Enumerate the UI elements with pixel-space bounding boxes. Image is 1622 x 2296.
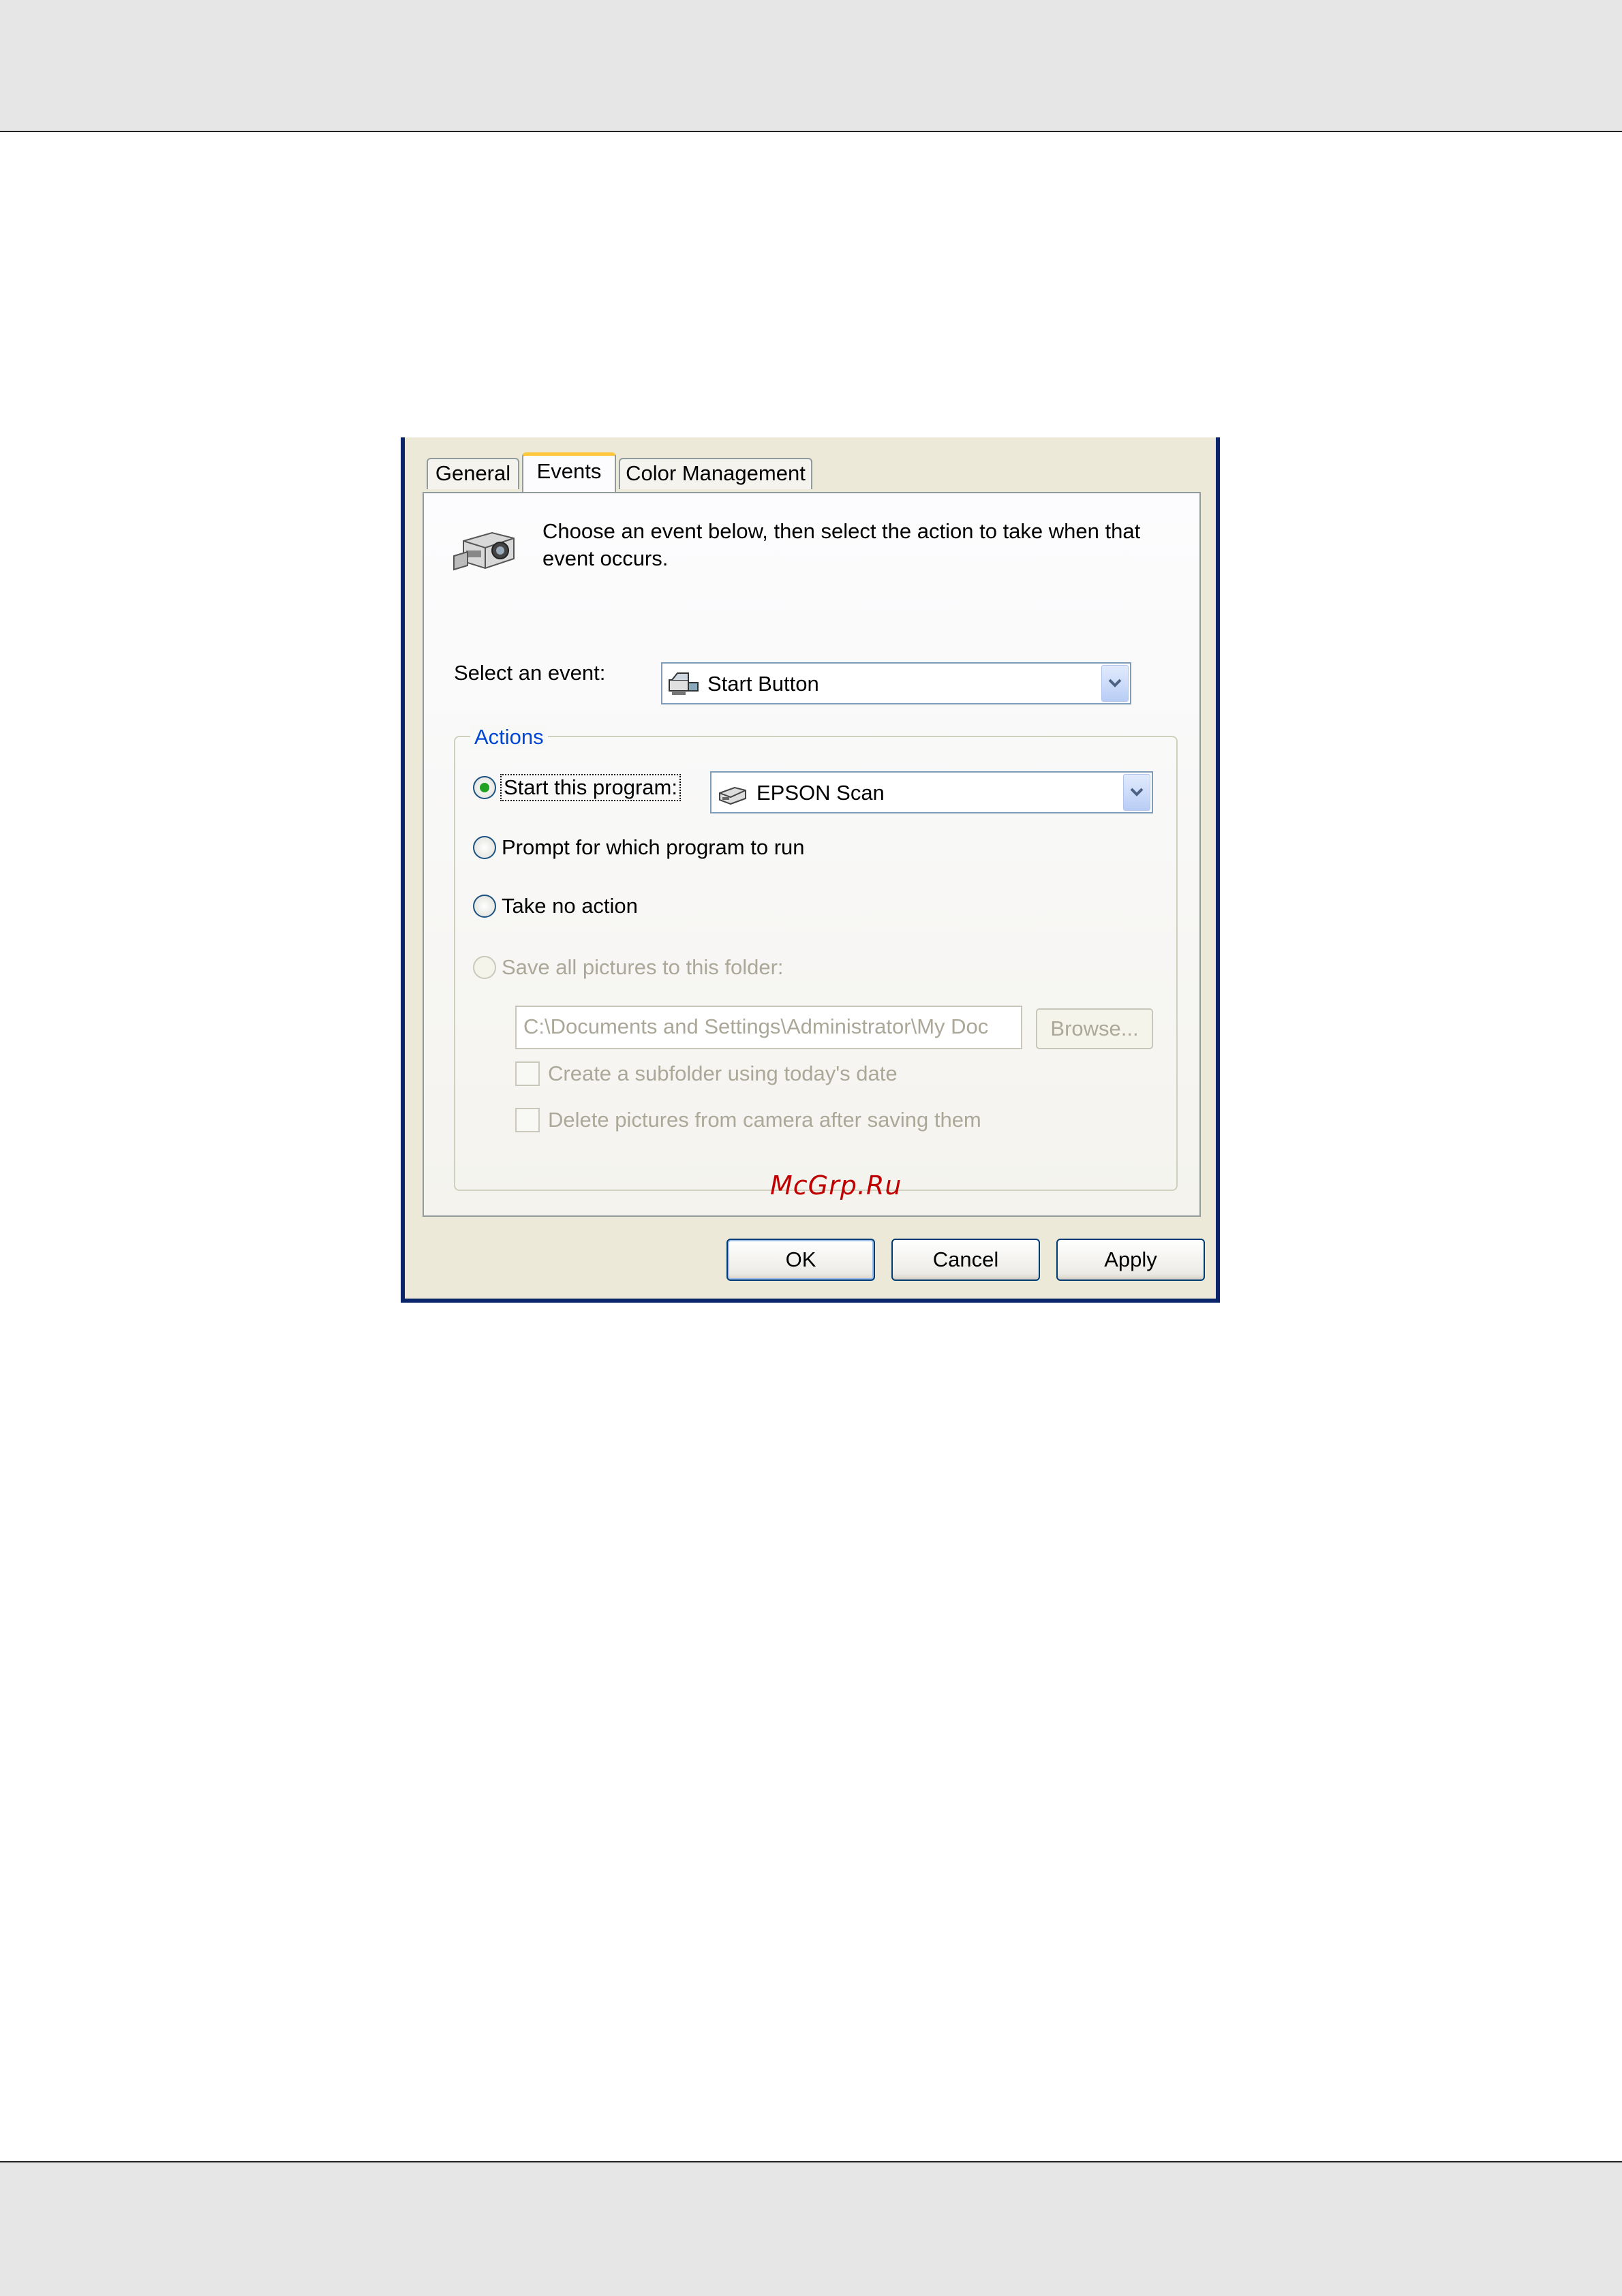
save-pictures-option: Save all pictures to this folder: [473, 952, 784, 982]
save-pictures-label: Save all pictures to this folder: [502, 955, 784, 979]
chevron-down-icon[interactable] [1101, 665, 1129, 702]
chevron-down-icon[interactable] [1123, 774, 1150, 811]
scanner-properties-dialog: General Events Color Management Choose a… [401, 437, 1220, 1303]
folder-path-field: C:\Documents and Settings\Administrator\… [515, 1006, 1022, 1049]
delete-pictures-checkbox [515, 1108, 540, 1132]
browse-button: Browse... [1036, 1008, 1153, 1049]
delete-pictures-label: Delete pictures from camera after saving… [548, 1108, 981, 1132]
start-program-radio[interactable] [473, 776, 496, 799]
event-selected-value: Start Button [707, 672, 819, 696]
apply-button[interactable]: Apply [1056, 1239, 1205, 1281]
prompt-program-option[interactable]: Prompt for which program to run [473, 833, 805, 863]
start-program-label[interactable]: Start this program: [500, 774, 681, 801]
events-panel: Choose an event below, then select the a… [423, 492, 1201, 1217]
save-pictures-radio [473, 956, 496, 979]
page-header-band [0, 0, 1622, 132]
no-action-option[interactable]: Take no action [473, 891, 638, 921]
tab-events[interactable]: Events [522, 452, 616, 492]
tab-general[interactable]: General [427, 458, 519, 489]
tab-strip: General Events Color Management [405, 437, 1216, 495]
select-event-label: Select an event: [454, 661, 606, 685]
no-action-radio[interactable] [473, 895, 496, 918]
radio-selected-dot [480, 783, 489, 792]
tab-color-management[interactable]: Color Management [619, 458, 812, 489]
scanner-camera-icon [453, 531, 515, 571]
delete-pictures-option: Delete pictures from camera after saving… [515, 1105, 981, 1135]
ok-button[interactable]: OK [726, 1239, 875, 1281]
intro-text: Choose an event below, then select the a… [542, 519, 1141, 570]
watermark: McGrp.Ru [770, 1170, 902, 1200]
program-dropdown[interactable]: EPSON Scan [710, 771, 1153, 813]
prompt-program-radio[interactable] [473, 836, 496, 859]
subfolder-label: Create a subfolder using today's date [548, 1061, 898, 1085]
prompt-program-label[interactable]: Prompt for which program to run [502, 835, 805, 860]
start-button-event-icon [669, 672, 699, 695]
scanner-icon [719, 786, 746, 805]
cancel-button[interactable]: Cancel [891, 1239, 1040, 1281]
subfolder-checkbox [515, 1061, 540, 1086]
no-action-label[interactable]: Take no action [502, 894, 638, 918]
page-footer-band [0, 2161, 1622, 2296]
actions-legend: Actions [470, 725, 548, 749]
event-dropdown[interactable]: Start Button [661, 662, 1131, 704]
program-selected-value: EPSON Scan [756, 781, 885, 805]
subfolder-option: Create a subfolder using today's date [515, 1059, 898, 1089]
start-program-option[interactable]: Start this program: [473, 773, 681, 803]
